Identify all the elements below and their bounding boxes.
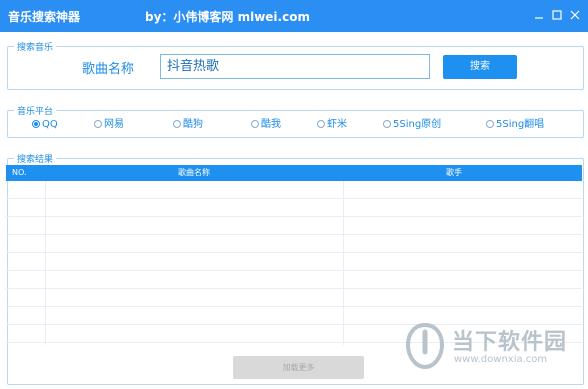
column-header-no[interactable]: NO. xyxy=(12,165,27,181)
byline: by：小伟博客网 mlwei.com xyxy=(145,10,310,24)
platform-radio-kuwo[interactable]: 酷我 xyxy=(251,118,281,132)
watermark-logo-icon xyxy=(405,322,445,370)
table-row xyxy=(6,199,582,217)
platform-radio-qq[interactable]: QQ xyxy=(32,118,58,132)
radio-unselected-icon xyxy=(486,120,494,128)
table-row xyxy=(6,181,582,199)
app-title: 音乐搜索神器 xyxy=(8,10,81,24)
radio-label: 虾米 xyxy=(327,119,347,130)
maximize-icon[interactable] xyxy=(551,9,563,21)
radio-label: 酷狗 xyxy=(183,119,203,130)
radio-unselected-icon xyxy=(94,120,102,128)
song-name-label: 歌曲名称 xyxy=(82,62,135,77)
watermark-url: www.downxia.com xyxy=(454,354,548,365)
minimize-icon[interactable] xyxy=(533,9,545,21)
search-button[interactable]: 搜索 xyxy=(443,55,517,79)
watermark: 当下软件园 www.downxia.com xyxy=(404,322,584,384)
platform-radio-netease[interactable]: 网易 xyxy=(94,118,124,132)
radio-label: QQ xyxy=(42,119,58,130)
load-more-button[interactable]: 加载更多 xyxy=(233,356,364,379)
radio-label: 5Sing翻唱 xyxy=(496,119,545,130)
table-row xyxy=(6,235,582,253)
radio-unselected-icon xyxy=(173,120,181,128)
platform-radio-5sing-original[interactable]: 5Sing原创 xyxy=(383,118,441,132)
table-row xyxy=(6,289,582,307)
platform-radio-xiami[interactable]: 虾米 xyxy=(317,118,347,132)
column-header-song-name[interactable]: 歌曲名称 xyxy=(178,165,210,181)
watermark-text: 当下软件园 xyxy=(452,330,568,355)
close-icon[interactable] xyxy=(569,9,581,21)
platform-group-label: 音乐平台 xyxy=(14,104,57,117)
radio-label: 5Sing原创 xyxy=(393,119,442,130)
column-header-singer[interactable]: 歌手 xyxy=(446,165,462,181)
song-name-input[interactable]: 抖音热歌 xyxy=(160,54,430,79)
radio-selected-icon xyxy=(32,120,40,128)
table-row xyxy=(6,217,582,235)
radio-label: 酷我 xyxy=(261,119,281,130)
radio-unselected-icon xyxy=(251,120,259,128)
search-group-label: 搜索音乐 xyxy=(14,40,57,53)
platform-radio-5sing-cover[interactable]: 5Sing翻唱 xyxy=(486,118,544,132)
radio-label: 网易 xyxy=(104,119,124,130)
column-divider xyxy=(45,181,46,345)
platform-radio-kugou[interactable]: 酷狗 xyxy=(173,118,203,132)
table-row xyxy=(6,253,582,271)
radio-unselected-icon xyxy=(383,120,391,128)
table-row xyxy=(6,271,582,289)
results-table-header: NO. 歌曲名称 歌手 xyxy=(6,165,582,181)
results-group-label: 搜索结果 xyxy=(14,152,57,165)
column-divider xyxy=(343,181,344,345)
title-bar: 音乐搜索神器 by：小伟博客网 mlwei.com xyxy=(0,0,588,32)
radio-unselected-icon xyxy=(317,120,325,128)
